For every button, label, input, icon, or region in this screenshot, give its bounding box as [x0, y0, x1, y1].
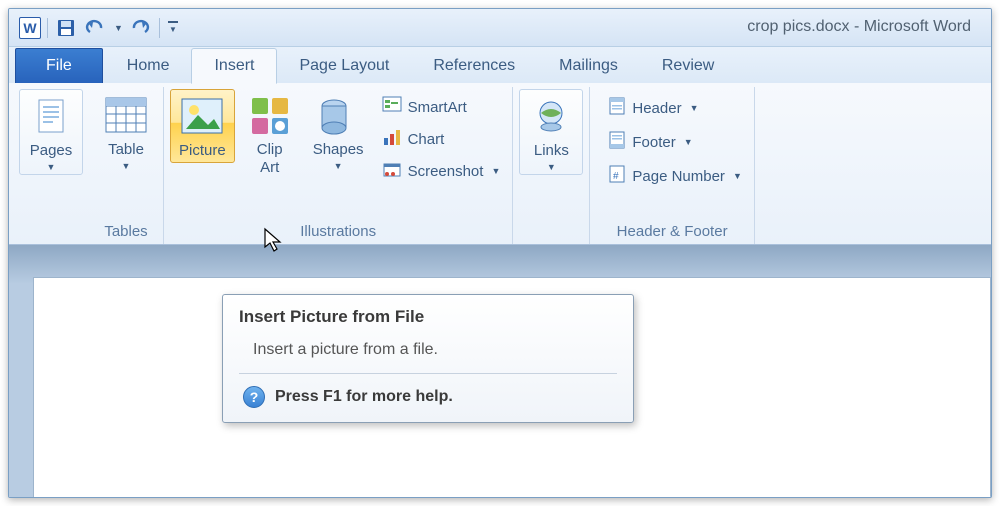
dropdown-icon: ▼: [547, 162, 556, 172]
clip-art-button[interactable]: ClipArt: [239, 89, 301, 179]
tooltip-help-text: Press F1 for more help.: [275, 388, 453, 406]
table-icon: [103, 93, 149, 139]
help-icon: ?: [243, 386, 265, 408]
tooltip-title: Insert Picture from File: [239, 307, 617, 327]
dropdown-icon: ▼: [690, 103, 699, 113]
screenshot-button[interactable]: Screenshot ▼: [376, 157, 507, 185]
svg-text:#: #: [613, 171, 619, 182]
footer-icon: [608, 130, 626, 154]
pages-button[interactable]: Pages ▼: [19, 89, 83, 175]
app-name: Microsoft Word: [864, 18, 971, 35]
group-label-header-footer: Header & Footer: [596, 219, 747, 242]
word-app-icon[interactable]: W: [19, 17, 41, 39]
quick-access-toolbar: W ▼ ▼: [19, 16, 180, 40]
tab-mailings[interactable]: Mailings: [537, 49, 640, 83]
undo-dropdown-icon[interactable]: ▼: [114, 23, 123, 33]
separator: [47, 18, 48, 38]
group-label: [519, 219, 583, 242]
shapes-icon: [315, 93, 361, 139]
header-label: Header: [632, 100, 681, 117]
pages-icon: [28, 94, 74, 140]
shapes-button[interactable]: Shapes ▼: [305, 89, 372, 173]
dropdown-icon: ▼: [47, 162, 56, 172]
header-button[interactable]: Header ▼: [602, 93, 747, 123]
tooltip-body: Insert a picture from a file.: [239, 341, 617, 359]
chart-label: Chart: [408, 131, 445, 148]
page-number-label: Page Number: [632, 168, 725, 185]
dropdown-icon: ▼: [684, 137, 693, 147]
title-bar: W ▼ ▼ crop pics.docx - Microsoft Word: [9, 9, 991, 47]
links-label: Links: [534, 142, 569, 160]
smartart-label: SmartArt: [408, 99, 467, 116]
tooltip-help: ? Press F1 for more help.: [239, 386, 617, 408]
header-icon: [608, 96, 626, 120]
table-button[interactable]: Table ▼: [95, 89, 157, 173]
undo-icon[interactable]: [84, 16, 108, 40]
file-tab[interactable]: File: [15, 48, 103, 83]
screenshot-label: Screenshot: [408, 163, 484, 180]
links-button[interactable]: Links ▼: [519, 89, 583, 175]
clip-art-icon: [247, 93, 293, 139]
pages-label: Pages: [30, 142, 73, 160]
dropdown-icon: ▼: [733, 171, 742, 181]
chart-button[interactable]: Chart: [376, 125, 507, 153]
picture-icon: [179, 94, 225, 140]
chart-icon: [382, 128, 402, 150]
dropdown-icon: ▼: [334, 161, 343, 171]
links-icon: [528, 94, 574, 140]
window-title: crop pics.docx - Microsoft Word: [747, 18, 971, 36]
save-icon[interactable]: [54, 16, 78, 40]
footer-label: Footer: [632, 134, 675, 151]
page-number-button[interactable]: # Page Number ▼: [602, 161, 747, 191]
tab-home[interactable]: Home: [105, 49, 192, 83]
group-label: [19, 219, 83, 242]
document-name: crop pics.docx: [747, 18, 849, 35]
smartart-icon: [382, 96, 402, 118]
screen-tip: Insert Picture from File Insert a pictur…: [222, 294, 634, 423]
dropdown-icon: ▼: [122, 161, 131, 171]
app-window: W ▼ ▼ crop pics.docx - Microsoft Word Fi…: [8, 8, 992, 498]
group-label-tables: Tables: [95, 219, 157, 242]
table-label: Table: [108, 141, 144, 159]
page-number-icon: #: [608, 164, 626, 188]
tab-page-layout[interactable]: Page Layout: [277, 49, 411, 83]
picture-label: Picture: [179, 142, 226, 160]
ribbon: Pages ▼ Table ▼ Tables: [9, 83, 991, 245]
dropdown-icon: ▼: [491, 166, 500, 176]
separator: [159, 18, 160, 38]
shapes-label: Shapes: [313, 141, 364, 159]
tab-insert[interactable]: Insert: [191, 48, 277, 84]
qat-customize-icon[interactable]: ▼: [166, 18, 180, 38]
screenshot-icon: [382, 160, 402, 182]
group-label-illustrations: Illustrations: [170, 219, 506, 242]
clip-art-label: ClipArt: [257, 141, 283, 177]
tab-review[interactable]: Review: [640, 49, 736, 83]
picture-button[interactable]: Picture: [170, 89, 235, 163]
tab-references[interactable]: References: [411, 49, 537, 83]
separator: [239, 373, 617, 374]
ribbon-tabs: File Home Insert Page Layout References …: [9, 47, 991, 83]
footer-button[interactable]: Footer ▼: [602, 127, 747, 157]
redo-icon[interactable]: [129, 16, 153, 40]
smartart-button[interactable]: SmartArt: [376, 93, 507, 121]
